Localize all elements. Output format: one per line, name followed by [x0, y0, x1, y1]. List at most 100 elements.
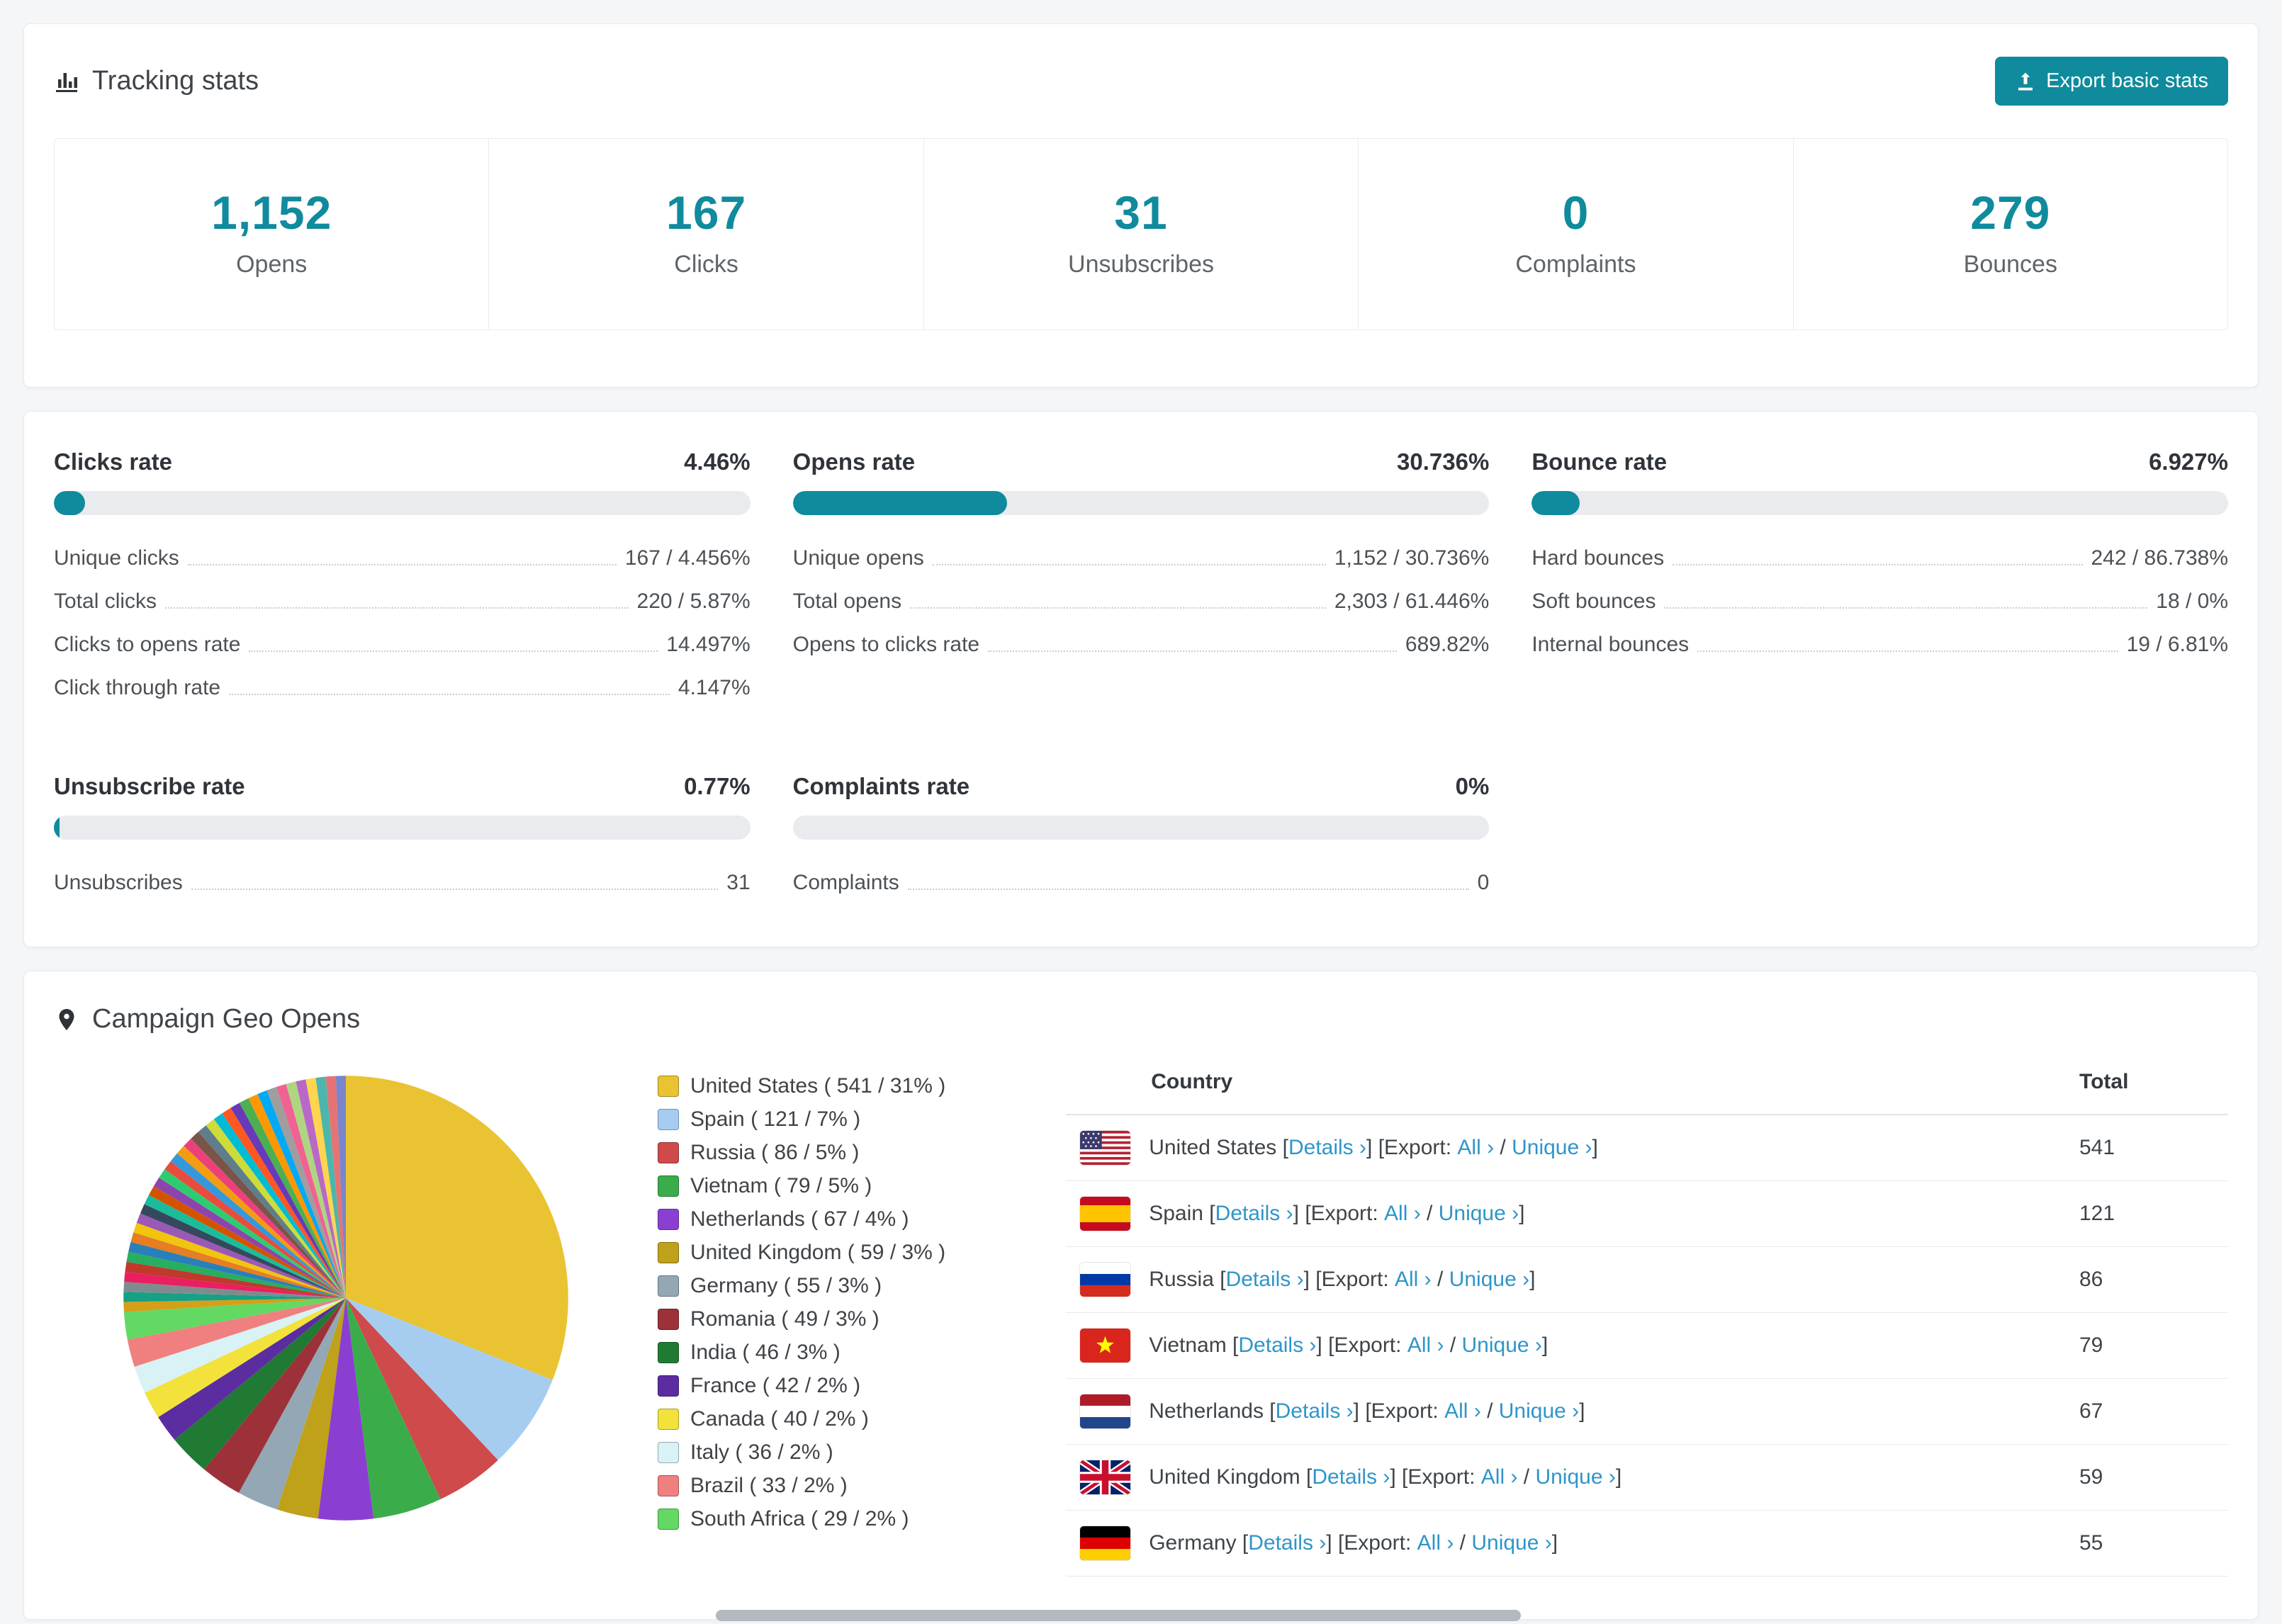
details-link[interactable]: Details ›	[1238, 1333, 1316, 1358]
stat-row: Internal bounces 19 / 6.81%	[1531, 623, 2228, 666]
legend-swatch	[658, 1275, 679, 1297]
export-all-link[interactable]: All ›	[1417, 1531, 1454, 1555]
rates-card: Clicks rate 4.46% Unique clicks 167 / 4.45…	[23, 411, 2259, 947]
legend-item[interactable]: Netherlands ( 67 / 4% )	[658, 1207, 945, 1231]
export-unique-link[interactable]: Unique ›	[1535, 1465, 1615, 1489]
export-all-link[interactable]: All ›	[1481, 1465, 1518, 1489]
legend-item[interactable]: Russia ( 86 / 5% )	[658, 1141, 945, 1165]
export-unique-link[interactable]: Unique ›	[1499, 1399, 1579, 1423]
legend-item[interactable]: Romania ( 49 / 3% )	[658, 1307, 945, 1331]
legend-item[interactable]: France ( 42 / 2% )	[658, 1374, 945, 1398]
legend-item[interactable]: Germany ( 55 / 3% )	[658, 1274, 945, 1298]
export-all-link[interactable]: All ›	[1457, 1136, 1494, 1160]
legend-item[interactable]: Spain ( 121 / 7% )	[658, 1107, 945, 1132]
bounce-rate-progressbar	[1531, 491, 2228, 515]
export-all-link[interactable]: All ›	[1407, 1333, 1444, 1358]
legend-swatch	[658, 1242, 679, 1263]
dotted-leader	[165, 607, 629, 609]
stat-row-label: Soft bounces	[1531, 590, 1656, 613]
legend-item[interactable]: Vietnam ( 79 / 5% )	[658, 1174, 945, 1198]
country-total: 86	[2079, 1268, 2103, 1291]
export-unique-link[interactable]: Unique ›	[1471, 1531, 1551, 1555]
stat-row: Click through rate 4.147%	[54, 666, 751, 709]
page-title: Tracking stats	[92, 66, 259, 96]
export-unique-link[interactable]: Unique ›	[1462, 1333, 1542, 1358]
stat-bounces: 279 Bounces	[1794, 139, 2227, 329]
details-link[interactable]: Details ›	[1248, 1531, 1326, 1555]
stat-row-value: 14.497%	[666, 633, 751, 656]
tracking-stats-title: Tracking stats	[54, 66, 259, 96]
campaign-geo-opens-card: Campaign Geo Opens United States ( 541 /…	[23, 971, 2259, 1620]
dotted-leader	[1664, 607, 2148, 609]
legend-item[interactable]: United Kingdom ( 59 / 3% )	[658, 1241, 945, 1265]
export-all-link[interactable]: All ›	[1444, 1399, 1481, 1423]
country-total: 541	[2079, 1136, 2115, 1159]
geo-opens-pie-chart[interactable]	[119, 1071, 573, 1525]
stat-complaints: 0 Complaints	[1359, 139, 1794, 329]
table-row: Germany [Details ›] [Export: All › / Uni…	[1066, 1511, 2228, 1577]
russia-flag-icon	[1080, 1263, 1131, 1297]
legend-item[interactable]: Italy ( 36 / 2% )	[658, 1440, 945, 1465]
stat-row-value: 2,303 / 61.446%	[1334, 590, 1490, 613]
export-unique-link[interactable]: Unique ›	[1449, 1268, 1529, 1292]
clicks-rate-progressbar	[54, 491, 751, 515]
table-row: Spain [Details ›] [Export: All › / Uniqu…	[1066, 1181, 2228, 1247]
legend-item[interactable]: Brazil ( 33 / 2% )	[658, 1474, 945, 1498]
united-kingdom-flag-icon	[1080, 1460, 1131, 1494]
details-link[interactable]: Details ›	[1215, 1202, 1293, 1226]
stat-row-value: 167 / 4.456%	[624, 546, 751, 570]
legend-swatch	[658, 1342, 679, 1363]
rate-title: Clicks rate	[54, 449, 172, 475]
stat-row: Unique opens 1,152 / 30.736%	[793, 536, 1490, 580]
geo-opens-table: Country Total United States [Details ›] …	[1066, 1053, 2228, 1577]
export-all-link[interactable]: All ›	[1384, 1202, 1421, 1226]
table-row: Vietnam [Details ›] [Export: All › / Uni…	[1066, 1313, 2228, 1379]
details-link[interactable]: Details ›	[1288, 1136, 1366, 1160]
dotted-leader	[988, 650, 1397, 652]
total-column-header: Total	[2079, 1070, 2129, 1093]
export-icon	[2018, 72, 2033, 90]
spain-flag-icon	[1080, 1197, 1131, 1231]
rate-title: Opens rate	[792, 449, 916, 475]
legend-item[interactable]: United States ( 541 / 31% )	[658, 1074, 945, 1098]
unsubscribe-rate-progressbar	[54, 816, 751, 840]
stat-label: Opens	[236, 251, 308, 278]
details-link[interactable]: Details ›	[1226, 1268, 1304, 1292]
stat-label: Complaints	[1515, 251, 1636, 278]
legend-item[interactable]: South Africa ( 29 / 2% )	[658, 1507, 945, 1531]
stat-value: 279	[1970, 186, 2051, 239]
export-unique-link[interactable]: Unique ›	[1512, 1136, 1592, 1160]
details-link[interactable]: Details ›	[1276, 1399, 1354, 1423]
tracking-stats-card: Tracking stats Export basic stats 1,152 …	[23, 23, 2259, 388]
stat-row-label: Unique opens	[792, 546, 924, 570]
rate-percent: 0%	[1455, 773, 1490, 799]
united-states-flag-icon	[1080, 1131, 1131, 1165]
legend-item[interactable]: India ( 46 / 3% )	[658, 1341, 945, 1365]
country-total: 121	[2079, 1202, 2115, 1225]
table-row: Netherlands [Details ›] [Export: All › /…	[1066, 1379, 2228, 1445]
horizontal-scrollbar-thumb[interactable]	[716, 1610, 1521, 1621]
table-row: United States [Details ›] [Export: All ›…	[1066, 1115, 2228, 1181]
country-name: Netherlands	[1149, 1399, 1264, 1423]
export-basic-stats-button[interactable]: Export basic stats	[1995, 57, 2228, 106]
legend-swatch	[658, 1175, 679, 1197]
stat-row-label: Internal bounces	[1531, 633, 1690, 656]
export-unique-link[interactable]: Unique ›	[1439, 1202, 1519, 1226]
legend-item[interactable]: Canada ( 40 / 2% )	[658, 1407, 945, 1431]
dotted-leader	[932, 564, 1326, 565]
stat-row: Unsubscribes 31	[54, 861, 751, 904]
clicks-rate-block: Clicks rate 4.46% Unique clicks 167 / 4.45…	[54, 449, 751, 709]
rates-grid: Clicks rate 4.46% Unique clicks 167 / 4.45…	[54, 449, 2228, 904]
bar-chart-icon	[56, 72, 77, 92]
stat-row-value: 1,152 / 30.736%	[1334, 546, 1490, 570]
legend-swatch	[658, 1509, 679, 1530]
country-name: Germany	[1149, 1531, 1237, 1555]
details-link[interactable]: Details ›	[1312, 1465, 1390, 1489]
rate-title: Unsubscribe rate	[54, 773, 245, 799]
export-all-link[interactable]: All ›	[1395, 1268, 1432, 1292]
stat-row: Soft bounces 18 / 0%	[1531, 580, 2228, 623]
legend-swatch	[658, 1375, 679, 1397]
stat-row-value: 0	[1477, 871, 1490, 894]
stat-value: 167	[666, 186, 747, 239]
country-name: Spain	[1149, 1202, 1203, 1225]
